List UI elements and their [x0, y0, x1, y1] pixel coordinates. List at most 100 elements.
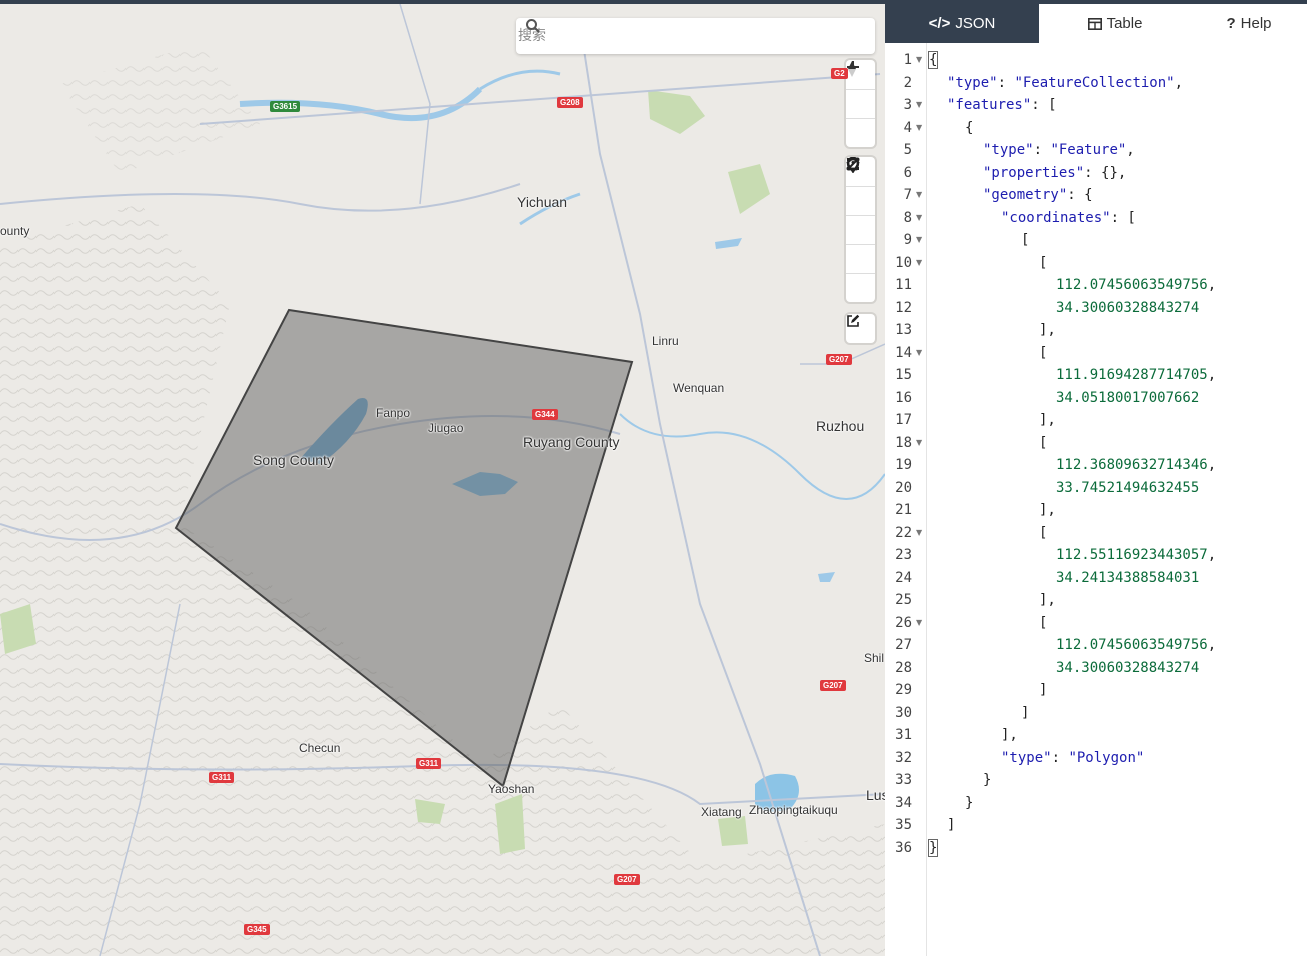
fold-arrow-icon[interactable]: ▼ — [916, 612, 922, 635]
fold-arrow-icon[interactable]: ▼ — [916, 94, 922, 117]
line-number: 30 — [895, 704, 912, 721]
line-number: 10 — [895, 254, 912, 271]
code-line: 112.07456063549756, — [1056, 637, 1217, 653]
line-number: 17 — [895, 412, 912, 428]
line-number: 1 — [903, 52, 912, 68]
place-label: Yichuan — [517, 194, 568, 210]
map-view[interactable]: Yichuan ounty Linru Wenquan Ruzhou Fanpo… — [0, 4, 885, 956]
code-line: "type": "Polygon" — [1001, 749, 1145, 766]
place-label: Ruyang County — [523, 434, 620, 450]
tab-json[interactable]: </> JSON — [885, 4, 1039, 43]
line-number: 32 — [895, 749, 912, 766]
place-label: Ruzhou — [816, 418, 865, 434]
draw-line-button[interactable] — [846, 157, 875, 215]
code-line: "type": "Feature", — [983, 142, 1135, 158]
line-number: 34 — [895, 794, 912, 811]
fold-arrow-icon[interactable]: ▼ — [916, 252, 922, 275]
line-number: 9 — [903, 232, 912, 248]
line-number: 25 — [895, 592, 912, 608]
highway-shield: G344 — [532, 409, 558, 420]
highway-shield: G3615 — [270, 101, 301, 112]
highway-shield: G207 — [820, 680, 846, 691]
code-line: ] — [1021, 704, 1030, 721]
line-number: 31 — [895, 727, 912, 743]
code-line: 34.05180017007662 — [1056, 389, 1200, 406]
fold-arrow-icon[interactable]: ▼ — [916, 432, 922, 455]
place-label: Jiugao — [428, 421, 464, 435]
place-label: Shil — [864, 651, 885, 665]
code-line: 34.24134388584031 — [1056, 569, 1200, 586]
draw-controls — [846, 157, 875, 302]
line-number: 20 — [895, 479, 912, 496]
compass-icon — [848, 61, 856, 77]
json-editor[interactable]: 1 ▼ 2 3 ▼ 4 ▼ 5 6 7 ▼ 8 ▼ 9 ▼ 10 ▼ 11 12 13 14 ▼ 15 16 17 18 ▼ 19 20… — [885, 43, 1307, 956]
fold-arrow-icon[interactable]: ▼ — [916, 342, 922, 365]
place-label: Zhaopingtaikuqu — [749, 803, 838, 817]
code-line: ], — [1039, 592, 1056, 608]
draw-circle-button[interactable] — [846, 157, 875, 302]
highway-shield: G311 — [209, 772, 235, 783]
place-label: Xiatang — [701, 805, 742, 819]
code-line: 34.30060328843274 — [1056, 299, 1200, 316]
code-line: } — [965, 794, 974, 811]
line-number: 6 — [903, 164, 912, 181]
code-line: ], — [1039, 502, 1056, 518]
zoom-controls — [846, 60, 875, 147]
fold-arrow-icon[interactable]: ▼ — [916, 229, 922, 252]
code-line: "features": [ — [947, 97, 1057, 113]
code-line: 112.55116923443057, — [1056, 547, 1217, 563]
code-line: 33.74521494632455 — [1056, 479, 1200, 496]
code-line: "properties": {}, — [983, 164, 1127, 181]
line-number: 8 — [903, 209, 912, 226]
edit-button[interactable] — [846, 314, 875, 343]
zoom-out-button[interactable] — [846, 66, 875, 118]
draw-polygon-button[interactable] — [846, 157, 875, 244]
line-number: 11 — [895, 277, 912, 293]
highway-shield: G208 — [557, 97, 583, 108]
code-line: ] — [1039, 682, 1048, 698]
fold-arrow-icon[interactable]: ▼ — [916, 522, 922, 545]
code-line: { — [927, 51, 939, 69]
line-number: 19 — [895, 457, 912, 473]
fold-arrow-icon[interactable]: ▼ — [916, 207, 922, 230]
side-panel: </> JSON Table ? Help 1 ▼ 2 3 ▼ 4 ▼ 5 6 7 ▼ 8 ▼ 9 ▼ 10 ▼… — [885, 4, 1307, 956]
tab-table-label: Table — [1106, 15, 1143, 32]
line-number: 5 — [903, 142, 912, 158]
line-number: 16 — [895, 389, 912, 406]
highway-shield: G311 — [416, 758, 442, 769]
highway-shield: G207 — [614, 874, 640, 885]
place-label: Checun — [299, 741, 341, 755]
code-line: } — [983, 772, 992, 788]
line-gutter: 1 ▼ 2 3 ▼ 4 ▼ 5 6 7 ▼ 8 ▼ 9 ▼ 10 ▼ 11 12 13 14 ▼ 15 16 17 18 ▼ 19 20… — [885, 43, 927, 956]
line-number: 14 — [895, 344, 912, 361]
place-label: Yaoshan — [488, 782, 535, 796]
line-number: 7 — [903, 187, 912, 203]
line-number: 23 — [895, 547, 912, 563]
place-label: ounty — [0, 224, 30, 238]
fold-arrow-icon[interactable]: ▼ — [916, 117, 922, 140]
code-line: "type": "FeatureCollection", — [947, 74, 1184, 91]
search-input[interactable] — [516, 27, 820, 45]
compass-button[interactable] — [846, 61, 875, 147]
code-line: 112.36809632714346, — [1056, 457, 1217, 473]
code-line: ], — [1039, 412, 1056, 428]
code-line: [ — [1039, 524, 1048, 541]
line-number: 28 — [895, 659, 912, 676]
highway-shield: G2 — [831, 68, 848, 79]
tab-help[interactable]: ? Help — [1191, 4, 1307, 43]
line-number: 15 — [895, 367, 912, 383]
search-box[interactable] — [516, 18, 875, 54]
fold-arrow-icon[interactable]: ▼ — [916, 49, 922, 72]
draw-rectangle-button[interactable] — [846, 158, 875, 273]
tab-table[interactable]: Table — [1039, 4, 1191, 43]
code-line: [ — [1021, 232, 1030, 248]
code-line: [ — [1039, 344, 1048, 361]
place-label: Fanpo — [376, 406, 411, 420]
fold-arrow-icon[interactable]: ▼ — [916, 184, 922, 207]
line-number: 21 — [895, 502, 912, 518]
tab-json-label: JSON — [955, 15, 996, 32]
code-line: ], — [1039, 322, 1056, 338]
line-number: 29 — [895, 682, 912, 698]
edit-icon — [847, 314, 860, 327]
code-line: ], — [1001, 727, 1018, 743]
